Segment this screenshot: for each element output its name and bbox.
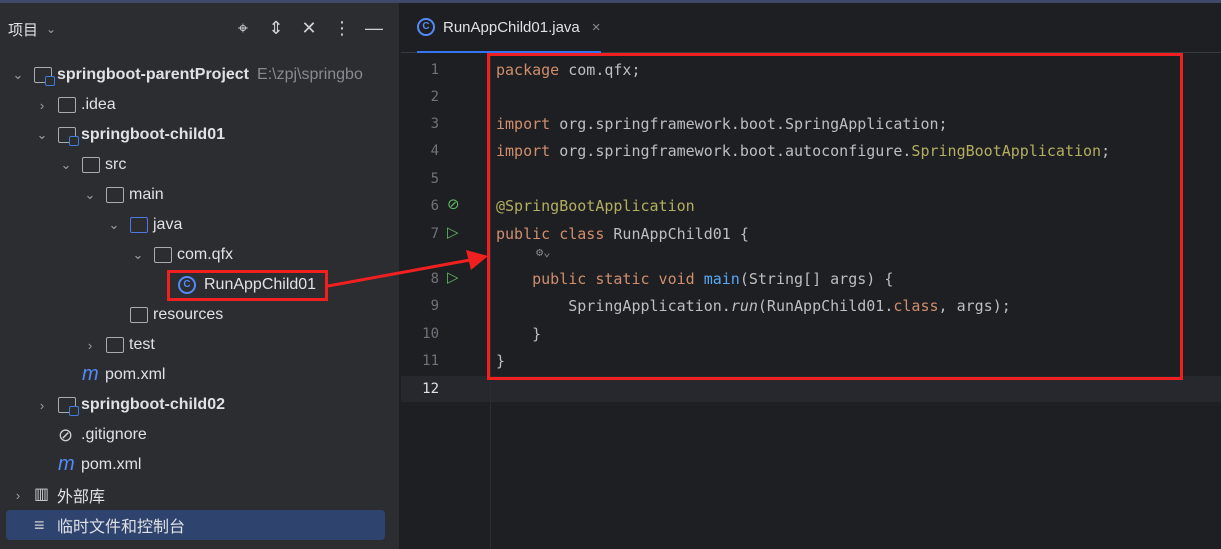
java-class-icon: C bbox=[417, 18, 435, 36]
tree-item-label: 临时文件和控制台 bbox=[57, 519, 186, 536]
gutter: 1 2 3 4 5 6 7 8 9 10 11 12 ⊘ ▷ ▷ bbox=[401, 55, 491, 549]
line-number[interactable]: 6 bbox=[401, 198, 439, 214]
ignore-file-icon: ⊘ bbox=[58, 425, 74, 445]
expand-all-icon[interactable]: ⇕ bbox=[265, 17, 287, 39]
folder-icon bbox=[106, 187, 124, 203]
tree-item[interactable]: › test bbox=[0, 330, 400, 360]
scratch-icon: ≡ bbox=[34, 515, 45, 535]
locate-icon[interactable]: ⌖ bbox=[232, 17, 254, 39]
tree-item[interactable]: m pom.xml bbox=[0, 360, 400, 390]
maven-icon: m bbox=[82, 363, 99, 385]
line-number[interactable]: 5 bbox=[401, 171, 439, 187]
editor-tab-bar: C RunAppChild01.java × bbox=[401, 3, 1221, 53]
library-icon: ▥ bbox=[34, 486, 50, 503]
folder-icon bbox=[130, 307, 148, 323]
line-number[interactable]: 12 bbox=[401, 381, 439, 397]
line-number[interactable]: 10 bbox=[401, 326, 439, 342]
line-number[interactable]: 1 bbox=[401, 62, 439, 78]
tree-item[interactable]: m pom.xml bbox=[0, 450, 400, 480]
folder-icon bbox=[154, 247, 172, 263]
chevron-right-icon[interactable]: › bbox=[34, 98, 50, 113]
tree-item-label: .gitignore bbox=[81, 426, 147, 443]
collapse-all-icon[interactable]: ✕ bbox=[298, 17, 320, 39]
tree-item[interactable]: › .idea bbox=[0, 90, 400, 120]
source-folder-icon bbox=[130, 217, 148, 233]
tree-item-label: pom.xml bbox=[81, 456, 142, 473]
more-options-icon[interactable]: ⋮ bbox=[331, 17, 353, 39]
tree-item[interactable]: ≡ 临时文件和控制台 bbox=[6, 510, 385, 540]
highlight-box-code bbox=[487, 53, 1183, 380]
tree-item-label: pom.xml bbox=[105, 366, 166, 383]
chevron-down-icon[interactable]: ⌄ bbox=[46, 22, 56, 36]
chevron-down-icon[interactable]: ⌄ bbox=[58, 157, 74, 173]
close-tab-icon[interactable]: × bbox=[592, 19, 601, 36]
tree-item[interactable]: ⌄ springboot-parentProject E:\zpj\springbo bbox=[0, 60, 400, 90]
folder-icon bbox=[58, 97, 76, 113]
chevron-right-icon[interactable]: › bbox=[34, 398, 50, 413]
folder-icon bbox=[106, 337, 124, 353]
line-number[interactable]: 11 bbox=[401, 353, 439, 369]
tree-item-label: springboot-child02 bbox=[81, 396, 225, 413]
tab-runappchild01[interactable]: C RunAppChild01.java × bbox=[417, 3, 601, 53]
tree-item-label: main bbox=[129, 186, 164, 203]
tree-item[interactable]: resources bbox=[0, 300, 400, 330]
tree-item-label: springboot-child01 bbox=[81, 126, 225, 143]
project-path: E:\zpj\springbo bbox=[257, 66, 363, 83]
chevron-down-icon[interactable]: ⌄ bbox=[10, 67, 26, 83]
panel-title[interactable]: 项目 bbox=[8, 19, 38, 40]
module-icon bbox=[34, 67, 55, 86]
maven-icon: m bbox=[58, 453, 75, 475]
tab-label: RunAppChild01.java bbox=[443, 18, 580, 36]
chevron-down-icon[interactable]: ⌄ bbox=[34, 127, 50, 143]
tree-item-label: com.qfx bbox=[177, 246, 234, 263]
minimize-icon[interactable]: — bbox=[363, 17, 385, 39]
line-number[interactable]: 9 bbox=[401, 298, 439, 314]
tree-item-label: test bbox=[129, 336, 155, 353]
tree-item-label: src bbox=[105, 156, 127, 173]
module-icon bbox=[58, 397, 79, 416]
chevron-down-icon[interactable]: ⌄ bbox=[82, 187, 98, 203]
folder-icon bbox=[82, 157, 100, 173]
chevron-right-icon[interactable]: › bbox=[82, 338, 98, 353]
tree-item-label: java bbox=[153, 216, 183, 233]
line-number[interactable]: 2 bbox=[401, 89, 439, 105]
tree-item[interactable]: ⌄ springboot-child01 bbox=[0, 120, 400, 150]
tree-item[interactable]: ⌄ main bbox=[0, 180, 400, 210]
spring-bean-icon[interactable]: ⊘ bbox=[447, 195, 460, 213]
line-number[interactable]: 3 bbox=[401, 116, 439, 132]
module-icon bbox=[58, 127, 79, 146]
tree-item[interactable]: ⌄ src bbox=[0, 150, 400, 180]
tree-item[interactable]: ⊘ .gitignore bbox=[0, 420, 400, 450]
run-class-icon[interactable]: ▷ bbox=[447, 223, 459, 241]
annotation-arrow bbox=[327, 250, 488, 288]
tree-item-label: resources bbox=[153, 306, 224, 323]
chevron-down-icon[interactable]: ⌄ bbox=[106, 217, 122, 233]
tree-item[interactable]: › springboot-child02 bbox=[0, 390, 400, 420]
line-number[interactable]: 4 bbox=[401, 143, 439, 159]
tree-item-label: 外部库 bbox=[57, 489, 106, 506]
chevron-right-icon[interactable]: › bbox=[10, 488, 26, 503]
chevron-down-icon[interactable]: ⌄ bbox=[130, 247, 146, 263]
tree-item[interactable]: › ▥ 外部库 bbox=[0, 480, 400, 510]
highlight-box-file bbox=[167, 270, 328, 301]
tree-item-label: .idea bbox=[81, 96, 116, 113]
tree-item[interactable]: ⌄ java bbox=[0, 210, 400, 240]
tree-item-label: springboot-parentProject bbox=[57, 66, 250, 83]
